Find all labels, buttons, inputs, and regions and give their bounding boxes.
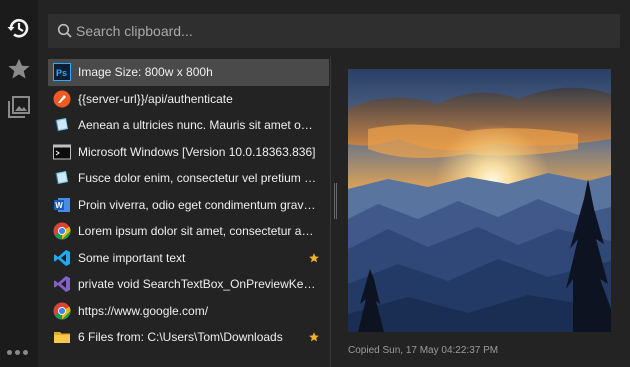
- favorite-star-icon[interactable]: [308, 251, 320, 269]
- chrome-icon: [53, 222, 71, 240]
- svg-text:Ps: Ps: [56, 68, 67, 78]
- clip-item[interactable]: https://www.google.com/: [48, 298, 329, 325]
- splitter-grip[interactable]: [334, 183, 337, 219]
- postman-icon: [53, 90, 71, 108]
- image-preview: [348, 69, 611, 332]
- clip-text: Lorem ipsum dolor sit amet, consectetur …: [78, 224, 318, 239]
- terminal-icon: [53, 143, 71, 161]
- clip-item[interactable]: {{server-url}}/api/authenticate: [48, 86, 329, 113]
- clip-item[interactable]: Fusce dolor enim, consectetur vel pretiu…: [48, 165, 329, 192]
- clip-text: Fusce dolor enim, consectetur vel pretiu…: [78, 171, 318, 186]
- clip-item[interactable]: Ps Image Size: 800w x 800h: [48, 59, 329, 86]
- clip-text: Proin viverra, odio eget condimentum gra…: [78, 197, 318, 212]
- clip-text: Image Size: 800w x 800h: [78, 65, 213, 80]
- clip-item[interactable]: W Proin viverra, odio eget condimentum gr…: [48, 192, 329, 219]
- photoshop-icon: Ps: [53, 63, 71, 82]
- clip-item[interactable]: private void SearchTextBox_OnPreviewKeyD…: [48, 271, 329, 298]
- notepad-icon: [53, 116, 71, 134]
- dot: [23, 350, 28, 355]
- pane-divider: [330, 56, 331, 367]
- clipboard-app-window: Ps Image Size: 800w x 800h {{server-url}}/…: [0, 0, 630, 367]
- clip-text: Microsoft Windows [Version 10.0.18363.83…: [78, 144, 316, 159]
- images-icon: [8, 96, 30, 118]
- history-button[interactable]: [4, 13, 34, 43]
- chrome-icon: [53, 302, 71, 320]
- visual-studio-icon: [53, 275, 71, 293]
- dot: [15, 350, 20, 355]
- clip-item[interactable]: Microsoft Windows [Version 10.0.18363.83…: [48, 139, 329, 166]
- copied-timestamp: Copied Sun, 17 May 04:22:37 PM: [348, 345, 499, 356]
- dot: [7, 350, 12, 355]
- clip-item[interactable]: 6 Files from: C:\Users\Tom\Downloads: [48, 324, 329, 351]
- clip-text: Aenean a ultricies nunc. Mauris sit amet…: [78, 118, 318, 133]
- clip-list: Ps Image Size: 800w x 800h {{server-url}}/…: [48, 59, 329, 351]
- images-button[interactable]: [4, 92, 34, 122]
- clip-item[interactable]: Some important text: [48, 245, 329, 272]
- search-box: [48, 14, 620, 48]
- side-rail: [0, 0, 38, 367]
- favorites-button[interactable]: [4, 54, 34, 84]
- folder-icon: [53, 328, 71, 346]
- clip-text: Some important text: [78, 250, 186, 265]
- notepad-icon: [53, 169, 71, 187]
- star-icon: [8, 58, 30, 79]
- clip-item[interactable]: Lorem ipsum dolor sit amet, consectetur …: [48, 218, 329, 245]
- favorite-star-icon[interactable]: [308, 330, 320, 348]
- clip-item[interactable]: Aenean a ultricies nunc. Mauris sit amet…: [48, 112, 329, 139]
- search-icon: [57, 23, 72, 38]
- search-input[interactable]: [74, 14, 614, 48]
- clip-text: {{server-url}}/api/authenticate: [78, 91, 233, 106]
- clip-text: 6 Files from: C:\Users\Tom\Downloads: [78, 330, 283, 345]
- word-icon: W: [53, 196, 71, 214]
- clip-text: private void SearchTextBox_OnPreviewKeyD…: [78, 277, 318, 292]
- history-icon: [7, 19, 29, 38]
- svg-text:W: W: [55, 201, 63, 210]
- clip-text: https://www.google.com/: [78, 303, 209, 318]
- vscode-icon: [53, 249, 71, 267]
- more-menu-button[interactable]: [7, 350, 28, 355]
